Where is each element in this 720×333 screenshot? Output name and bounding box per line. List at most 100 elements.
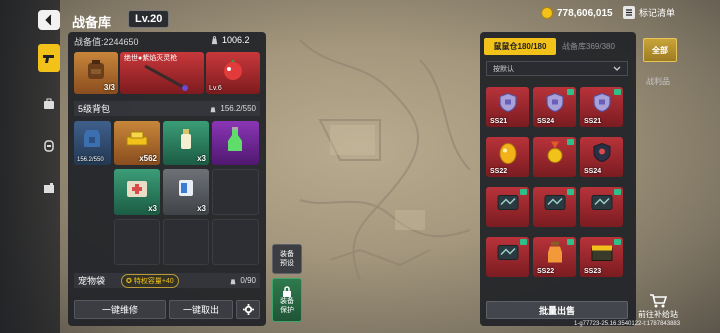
storage-panel [480, 32, 636, 326]
pet-bag-title-group: 宠物袋 ✪ 特权容量+40 [78, 273, 179, 288]
medkit-slot[interactable]: x3 [114, 169, 160, 215]
card-icon [543, 193, 567, 218]
pet-icon [224, 59, 242, 80]
gun-icon [43, 55, 54, 63]
nav-card-tab[interactable] [38, 174, 60, 202]
new-marker-icon [520, 189, 527, 195]
bottle-count: x3 [197, 154, 206, 163]
empty-slot[interactable] [163, 219, 209, 265]
gold-bars-slot[interactable]: x562 [114, 121, 160, 165]
privilege-badge[interactable]: ✪ 特权容量+40 [121, 273, 179, 288]
medkit-icon [127, 181, 147, 197]
weight-icon [231, 278, 236, 284]
equipment-preset-button[interactable]: 装备 预设 [272, 244, 302, 274]
preset-label-line2: 预设 [280, 260, 294, 267]
filter-all-button[interactable]: 全部 [643, 38, 677, 62]
chest-icon [590, 243, 614, 268]
take-out-all-button[interactable]: 一键取出 [169, 300, 233, 319]
empty-slot[interactable] [212, 219, 259, 265]
item-label: SS22 [537, 268, 555, 275]
slot-count: 3/3 [103, 83, 115, 92]
bottle-slot[interactable]: x3 [163, 121, 209, 165]
cart-icon [650, 294, 667, 308]
mark-list-button[interactable]: 标记清单 [623, 6, 675, 19]
weight-icon [211, 106, 216, 112]
supply-label: 前往补给站 [638, 310, 678, 319]
version-string: 1-g77723-25.16.3540122-t:1787843883 [574, 321, 681, 327]
nav-gear-tab[interactable] [38, 132, 60, 160]
storage-item-slot[interactable]: SS22 [533, 237, 576, 277]
empty-slot[interactable] [212, 169, 259, 215]
storage-item-slot[interactable]: SS24 [580, 137, 623, 177]
nav-weapons-tab[interactable] [38, 44, 60, 72]
new-marker-icon [614, 239, 621, 245]
shield-badge-icon [544, 92, 566, 119]
privilege-text: 特权容量+40 [133, 277, 174, 285]
item-label: SS24 [537, 118, 555, 125]
armor-vest-slot[interactable]: 156.2/550 [74, 121, 111, 165]
filter-loot-tab[interactable]: 战利品 [646, 76, 670, 87]
item-label: SS23 [584, 268, 602, 275]
go-supply-station-button[interactable]: 前往补给站 [638, 293, 678, 320]
storage-item-slot[interactable]: SS23 [580, 237, 623, 277]
ammo-count: x3 [197, 204, 206, 213]
equipped-weapon-slot[interactable]: 绝世●紫焰灭灵枪 [120, 52, 204, 94]
item-label: SS21 [584, 118, 602, 125]
vest-capacity: 156.2/550 [77, 157, 104, 163]
weight-readout: 1006.2 [210, 35, 250, 45]
empty-slot[interactable] [114, 219, 160, 265]
storage-item-slot[interactable]: SS21 [580, 87, 623, 127]
mark-list-label: 标记清单 [639, 8, 676, 18]
shield-badge-icon [497, 92, 519, 119]
backpack-section-header: 5级背包 156.2/550 [74, 101, 260, 116]
tab-gear-storage[interactable]: 战备库369/380 [562, 41, 615, 52]
gold-bars-count: x562 [139, 154, 157, 163]
item-label: SS22 [490, 168, 508, 175]
card-icon [496, 193, 520, 218]
bottle-icon [181, 129, 191, 149]
storage-item-slot[interactable] [486, 237, 529, 277]
storage-item-slot[interactable]: SS21 [486, 87, 529, 127]
bag-icon [44, 98, 54, 109]
equipped-pet-slot[interactable]: Lv.6 [206, 52, 260, 94]
chevron-down-icon [613, 66, 621, 71]
weight-icon [211, 35, 218, 44]
backpack-icon [88, 60, 104, 79]
ammo-slot[interactable]: x3 [163, 169, 209, 215]
backpack-capacity-value: 156.2/550 [220, 104, 256, 113]
new-marker-icon [520, 239, 527, 245]
page-title: 战备库 [72, 15, 112, 30]
repair-all-button[interactable]: 一键维修 [74, 300, 166, 319]
sort-dropdown[interactable]: 按默认 [486, 61, 628, 76]
lock-icon [283, 285, 291, 297]
storage-item-slot[interactable] [580, 187, 623, 227]
player-level-badge: Lv.20 [128, 10, 170, 28]
storage-item-slot[interactable]: SS22 [486, 137, 529, 177]
gear-icon [242, 304, 254, 315]
settings-button[interactable] [236, 300, 260, 319]
weight-value: 1006.2 [222, 35, 250, 45]
tab-mouse-storage[interactable]: 鼠鼠仓180/180 [484, 38, 556, 55]
nav-bag-tab[interactable] [38, 90, 60, 118]
coin-icon [541, 7, 553, 19]
bulk-sell-button[interactable]: 批量出售 [486, 301, 628, 319]
equipped-backpack-slot[interactable]: 3/3 [74, 52, 118, 94]
new-marker-icon [567, 89, 574, 95]
dark-shield-icon [591, 142, 613, 169]
storage-item-slot[interactable] [533, 137, 576, 177]
shield-badge-icon [591, 92, 613, 119]
protect-label-line1: 装备 [280, 297, 294, 305]
new-marker-icon [614, 89, 621, 95]
item-label: SS21 [490, 118, 508, 125]
storage-item-slot[interactable] [533, 187, 576, 227]
armor-vest-icon [84, 130, 100, 147]
potion-slot[interactable] [212, 121, 259, 165]
equipment-protect-button[interactable]: 装备 保护 [272, 278, 302, 322]
back-button[interactable] [38, 10, 60, 30]
coin-balance: 778,606,015 [557, 8, 613, 19]
pet-bag-header: 宠物袋 ✪ 特权容量+40 0/90 [74, 273, 260, 288]
storage-item-slot[interactable] [486, 187, 529, 227]
storage-item-slot[interactable]: SS24 [533, 87, 576, 127]
new-marker-icon [614, 189, 621, 195]
pet-level: Lv.6 [209, 85, 222, 92]
